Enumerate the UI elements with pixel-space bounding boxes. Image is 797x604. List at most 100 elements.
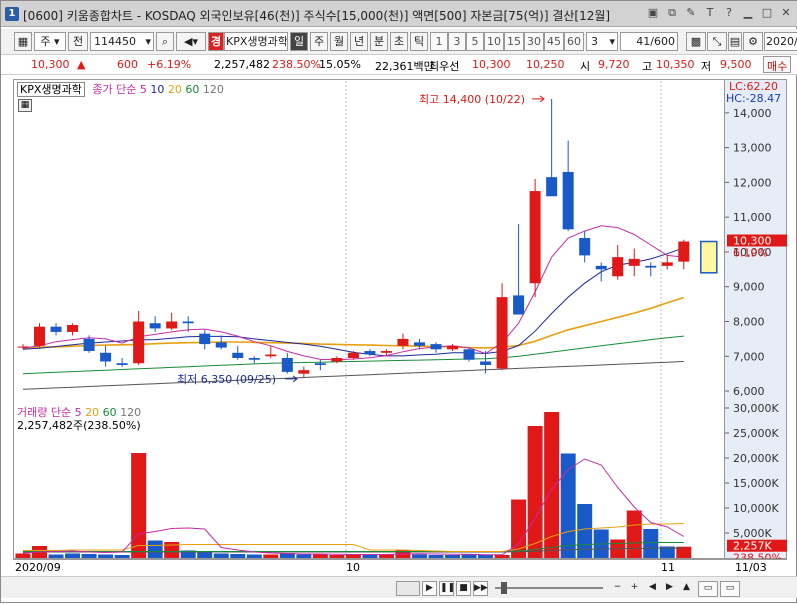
volume-bar (147, 540, 163, 558)
candle-body (562, 171, 574, 230)
scroll-left-icon[interactable]: ◀ (645, 581, 660, 596)
candle-body (661, 262, 673, 266)
volume-bar (230, 554, 246, 558)
price-tick-label: 12,000 (733, 176, 772, 189)
ma-120-label: 120 (202, 83, 224, 96)
volume-bar (312, 554, 328, 558)
candle-body (34, 326, 46, 346)
candle-body (595, 265, 607, 270)
candle-body (347, 352, 359, 359)
pause-icon[interactable]: ❚❚ (439, 581, 455, 596)
volume-bar (246, 554, 262, 558)
zoom-in-icon[interactable]: + (627, 581, 642, 596)
volume-bar (478, 555, 494, 558)
candle-body (215, 342, 227, 348)
candle-body (83, 338, 95, 352)
volume-bar (411, 554, 427, 558)
candle-body (579, 238, 591, 256)
panel-toggle-icon-2[interactable]: ▭ (720, 581, 740, 597)
volume-tick-label: 25,000K (733, 427, 779, 440)
scroll-right-icon[interactable]: ▶ (662, 581, 677, 596)
candle-body (413, 342, 425, 346)
x-label-nov: 11 (661, 561, 675, 574)
max-annotation: 최고 14,400 (10/22) (419, 93, 525, 106)
volume-tick-label: 15,000K (733, 477, 779, 490)
fast-forward-icon[interactable]: ▶▶ (473, 581, 488, 596)
x-label-sep: 2020/09 (15, 561, 61, 574)
candle-body (380, 351, 392, 353)
price-tick-label: 6,000 (733, 385, 765, 398)
candle-body (199, 333, 211, 345)
x-label-date: 11/03 (735, 561, 767, 574)
volume-bar (643, 529, 659, 558)
panel-toggle-icon[interactable]: ▭ (698, 581, 718, 597)
candle-body (513, 295, 525, 315)
volume-value-line: 2,257,482주(238.50%) (17, 419, 141, 432)
price-tick-label: 9,000 (733, 281, 765, 294)
candle-body (17, 346, 29, 348)
volume-bar (428, 555, 444, 558)
candle-body (529, 191, 541, 284)
candle-body (232, 352, 244, 359)
price-panel-title[interactable]: KPX생명과학 (17, 82, 85, 97)
scroll-up-icon[interactable]: ▲ (679, 581, 694, 596)
volume-bar (114, 555, 130, 558)
candle-body (612, 257, 624, 277)
volume-bar (494, 555, 510, 558)
volume-bar (362, 554, 378, 558)
price-tick-label: 8,000 (733, 315, 765, 328)
candle-body (430, 344, 442, 350)
candle-body (447, 345, 459, 350)
candle-body (116, 363, 128, 365)
volume-bar (626, 510, 642, 558)
candle-body (265, 354, 277, 357)
candle-body (678, 241, 690, 262)
x-label-oct: 10 (346, 561, 360, 574)
stop-icon[interactable]: ■ (456, 581, 471, 596)
price-tick-label: 7,000 (733, 350, 765, 363)
volume-bar (48, 554, 64, 558)
volume-bar (197, 552, 213, 558)
candle-body (248, 358, 260, 360)
ma-label: 종가 단순 (92, 83, 137, 96)
max-arrow (532, 95, 545, 103)
volume-tick-label: 30,000K (733, 402, 779, 415)
candle-body (645, 265, 657, 268)
volume-bar (98, 554, 114, 558)
zoom-slider-thumb[interactable] (501, 582, 507, 594)
price-tick-label: 11,000 (733, 211, 772, 224)
candle-body (463, 349, 475, 360)
candle-body (314, 363, 326, 365)
bottom-scrollbar[interactable]: ▶ ❚❚ ■ ▶▶ − + ◀ ▶ ▲ ▭ ▭ (1, 576, 797, 598)
candle-body (628, 258, 640, 266)
grid-icon[interactable]: ▦ (18, 99, 32, 112)
price-legend: KPX생명과학 종가 단순 5 10 20 60 120 (17, 81, 224, 97)
ma-10-line (22, 247, 684, 357)
price-tick-label: 13,000 (733, 142, 772, 155)
current-pct-label: 6.19% (733, 247, 768, 260)
price-tick-label: 14,000 (733, 107, 772, 120)
chart-window: 1 [0600] 키움종합차트 - KOSDAQ 외국인보유[46(천)] 주식… (0, 0, 797, 603)
volume-bar (131, 453, 147, 558)
min-arrow (285, 375, 298, 383)
hc-readout: HC:-28.47 (726, 92, 782, 105)
zoom-slider[interactable] (495, 587, 603, 589)
scroll-track[interactable] (396, 581, 420, 596)
volume-bar (445, 555, 461, 558)
play-icon[interactable]: ▶ (422, 581, 437, 596)
candle-body (496, 297, 508, 369)
ma-5-label: 5 (139, 83, 147, 96)
volume-bar (345, 554, 361, 558)
volume-bar (15, 553, 31, 558)
candle-body (149, 323, 161, 329)
volume-tick-label: 5,000K (733, 527, 772, 540)
ma-60-label: 60 (185, 83, 200, 96)
zoom-out-icon[interactable]: − (610, 581, 625, 596)
candle-body (298, 370, 310, 374)
candle-body (364, 351, 376, 355)
volume-bar (296, 554, 312, 558)
volume-bar (213, 553, 229, 558)
volume-bar (263, 554, 279, 558)
current-candle-marker (700, 240, 718, 274)
candle-body (480, 361, 492, 365)
